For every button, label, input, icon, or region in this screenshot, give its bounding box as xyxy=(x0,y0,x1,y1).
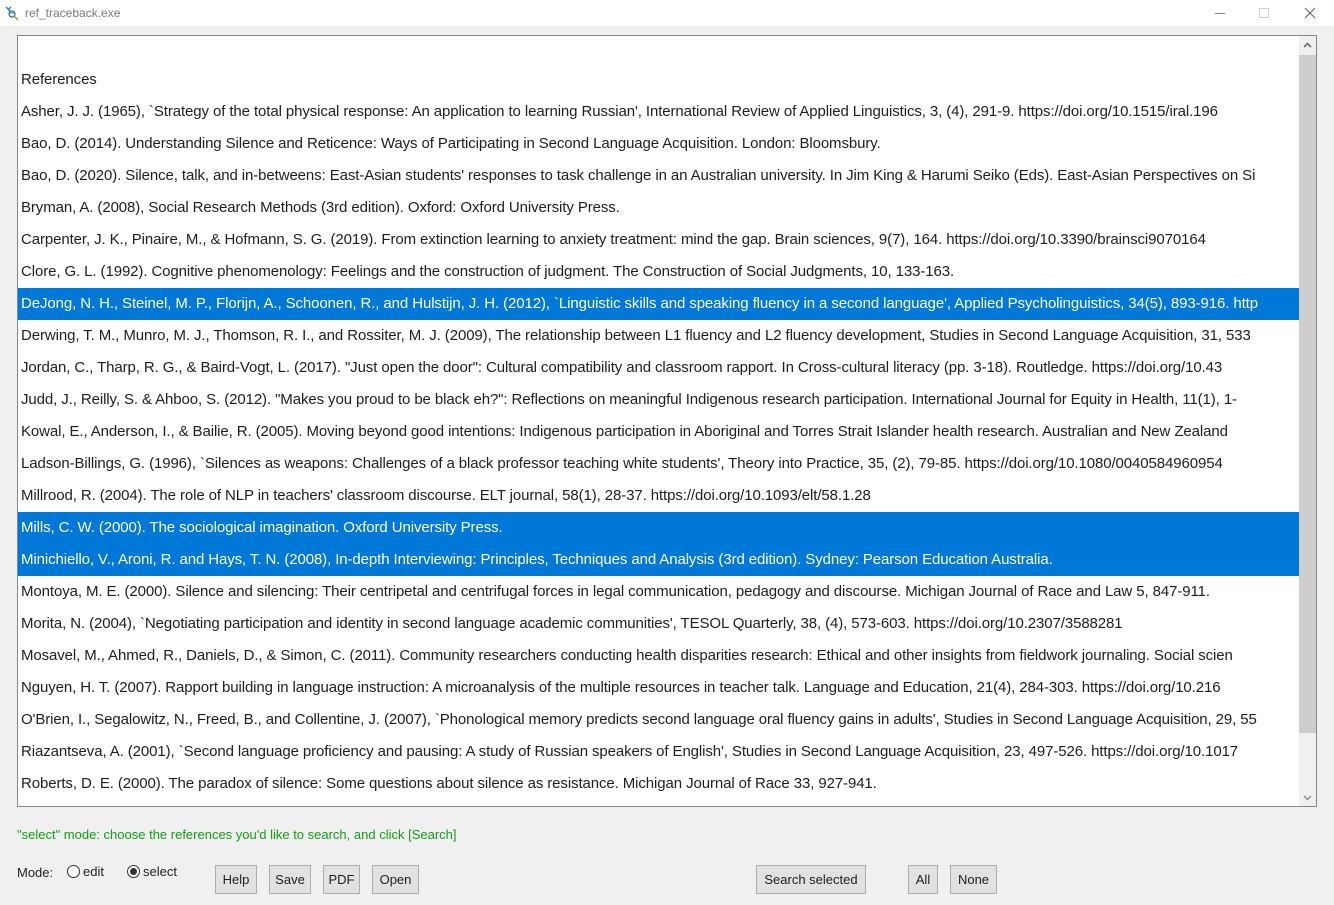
list-item[interactable]: Bao, D. (2020). Silence, talk, and in-be… xyxy=(18,160,1299,192)
status-message: "select" mode: choose the references you… xyxy=(17,827,457,842)
mode-radio-edit-label: edit xyxy=(83,864,104,879)
list-item[interactable]: DeJong, N. H., Steinel, M. P., Florijn, … xyxy=(18,288,1299,320)
vertical-scrollbar[interactable] xyxy=(1299,36,1316,806)
list-item[interactable]: Montoya, M. E. (2000). Silence and silen… xyxy=(18,576,1299,608)
close-button[interactable] xyxy=(1287,0,1333,26)
maximize-icon xyxy=(1259,8,1269,18)
maximize-button[interactable] xyxy=(1241,0,1287,26)
select-all-button[interactable]: All xyxy=(908,865,938,894)
list-item[interactable]: Jordan, C., Tharp, R. G., & Baird-Vogt, … xyxy=(18,352,1299,384)
mode-radio-edit[interactable]: edit xyxy=(67,864,104,879)
list-item[interactable]: O'Brien, I., Segalowitz, N., Freed, B., … xyxy=(18,704,1299,736)
scrollbar-thumb[interactable] xyxy=(1299,55,1316,733)
list-item[interactable]: Mills, C. W. (2000). The sociological im… xyxy=(18,512,1299,544)
mode-radio-select-label: select xyxy=(143,864,177,879)
select-none-button[interactable]: None xyxy=(950,865,997,894)
chevron-up-icon xyxy=(1303,41,1312,48)
list-item[interactable]: Millrood, R. (2004). The role of NLP in … xyxy=(18,480,1299,512)
radio-checked-icon xyxy=(127,865,140,878)
list-item[interactable]: Asher, J. J. (1965), `Strategy of the to… xyxy=(18,96,1299,128)
list-item[interactable]: Derwing, T. M., Munro, M. J., Thomson, R… xyxy=(18,320,1299,352)
references-listbox[interactable]: References Asher, J. J. (1965), `Strategy… xyxy=(17,35,1317,807)
mode-radio-select[interactable]: select xyxy=(127,864,177,879)
scroll-down-button[interactable] xyxy=(1299,789,1316,806)
window-title: ref_traceback.exe xyxy=(25,6,121,20)
references-list[interactable]: References Asher, J. J. (1965), `Strategy… xyxy=(18,36,1299,806)
radio-unchecked-icon xyxy=(67,865,80,878)
title-bar: ref_traceback.exe xyxy=(0,0,1334,26)
list-item[interactable]: Bryman, A. (2008), Social Research Metho… xyxy=(18,192,1299,224)
help-button[interactable]: Help xyxy=(215,865,257,894)
search-selected-button[interactable]: Search selected xyxy=(756,865,866,894)
minimize-icon xyxy=(1215,12,1225,14)
list-item[interactable]: Morita, N. (2004), `Negotiating particip… xyxy=(18,608,1299,640)
list-item[interactable]: Ladson-Billings, G. (1996), `Silences as… xyxy=(18,448,1299,480)
list-item[interactable]: Nguyen, H. T. (2007). Rapport building i… xyxy=(18,672,1299,704)
list-item[interactable]: Clore, G. L. (1992). Cognitive phenomeno… xyxy=(18,256,1299,288)
list-item[interactable]: Riazantseva, A. (2001), `Second language… xyxy=(18,736,1299,768)
list-item[interactable]: Mosavel, M., Ahmed, R., Daniels, D., & S… xyxy=(18,640,1299,672)
chevron-down-icon xyxy=(1303,794,1312,801)
save-button[interactable]: Save xyxy=(269,865,311,894)
close-icon xyxy=(1304,7,1316,19)
app-icon xyxy=(4,5,20,21)
minimize-button[interactable] xyxy=(1197,0,1243,26)
list-item[interactable]: Carpenter, J. K., Pinaire, M., & Hofmann… xyxy=(18,224,1299,256)
pdf-button[interactable]: PDF xyxy=(323,865,360,894)
list-item[interactable]: Roberts, D. E. (2000). The paradox of si… xyxy=(18,768,1299,800)
list-item[interactable]: Judd, J., Reilly, S. & Ahboo, S. (2012).… xyxy=(18,384,1299,416)
mode-label: Mode: xyxy=(17,865,54,880)
list-item[interactable]: Minichiello, V., Aroni, R. and Hays, T. … xyxy=(18,544,1299,576)
app-window: ref_traceback.exe References Asher, J. J.… xyxy=(0,0,1334,905)
open-button[interactable]: Open xyxy=(372,865,419,894)
list-item[interactable]: Bao, D. (2014). Understanding Silence an… xyxy=(18,128,1299,160)
scroll-up-button[interactable] xyxy=(1299,36,1316,53)
radio-dot xyxy=(130,868,137,875)
list-item[interactable]: Kowal, E., Anderson, I., & Bailie, R. (2… xyxy=(18,416,1299,448)
list-heading[interactable]: References xyxy=(18,64,1299,96)
